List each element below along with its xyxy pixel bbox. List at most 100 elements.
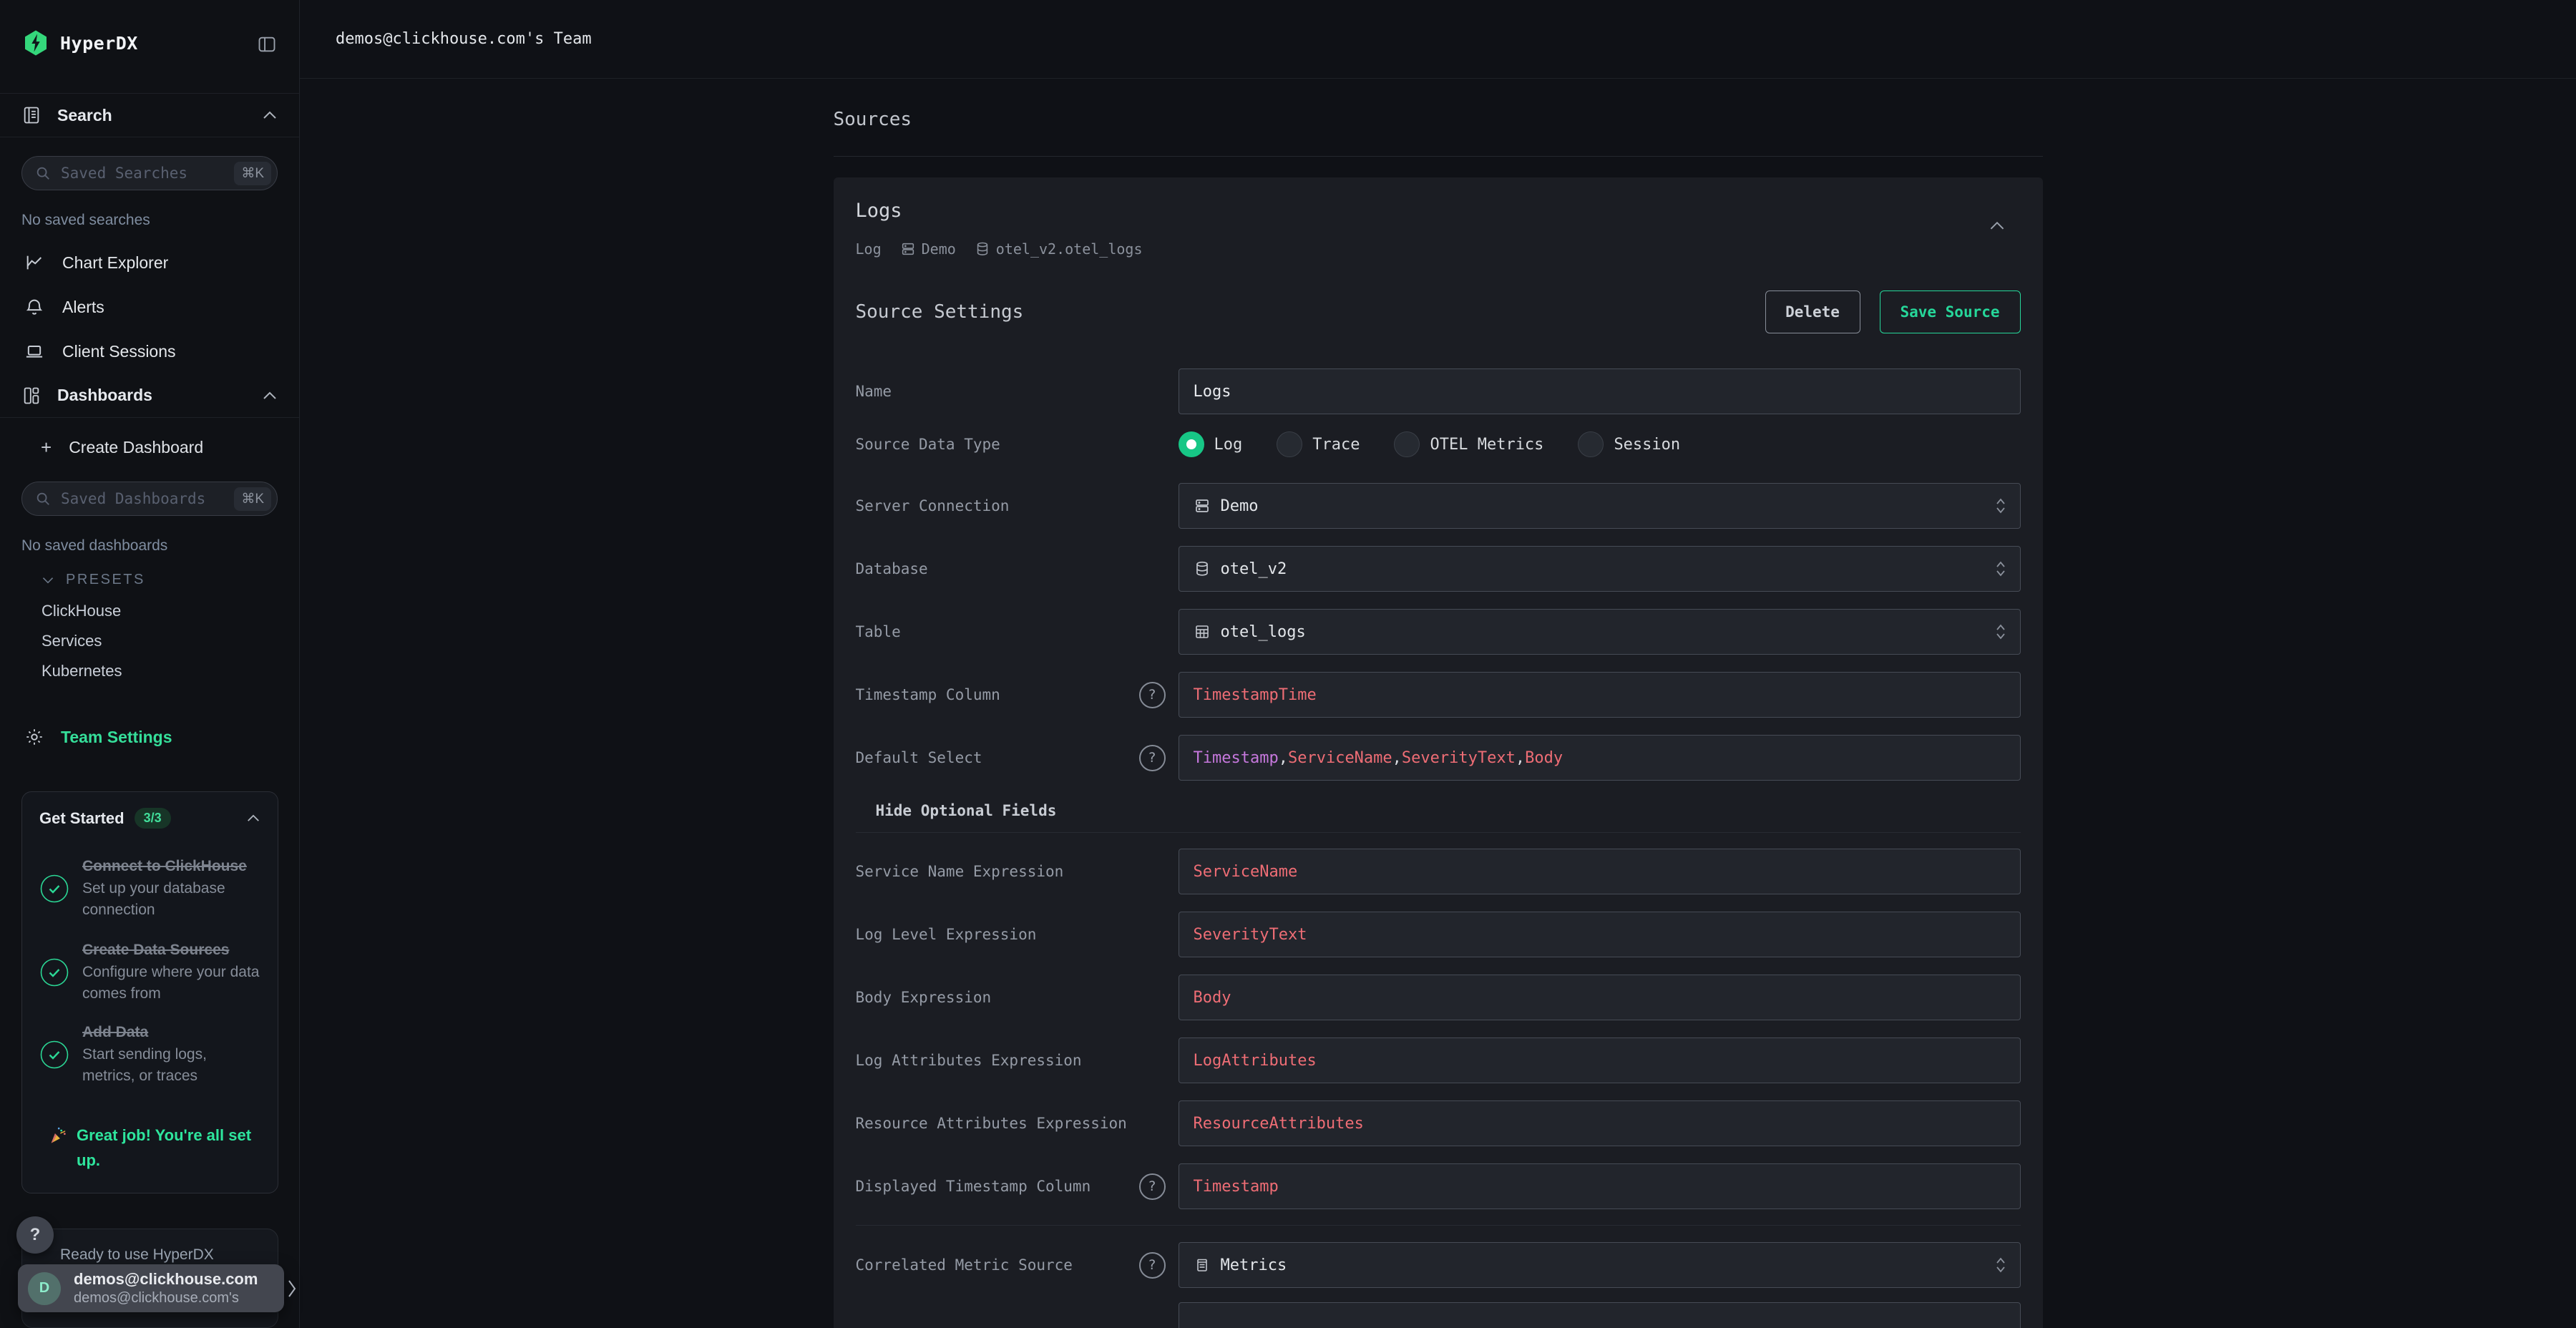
create-dashboard-label: Create Dashboard (69, 438, 203, 457)
get-started-done-message: Great job! You're all set up. (39, 1123, 260, 1177)
help-icon[interactable]: ? (1139, 1173, 1166, 1200)
log-level-label: Log Level Expression (856, 924, 1166, 945)
body-expression-label: Body Expression (856, 987, 1166, 1008)
save-source-button[interactable]: Save Source (1880, 290, 2021, 333)
form-row-default-select: Default Select ? Timestamp,ServiceName,S… (856, 735, 2021, 781)
radio-session[interactable]: Session (1578, 431, 1680, 457)
radio-otel-metrics[interactable]: OTEL Metrics (1394, 431, 1543, 457)
name-label: Name (856, 381, 1166, 402)
select-chevrons-icon (1994, 560, 2007, 578)
correlated-metric-select[interactable]: Metrics (1179, 1242, 2021, 1288)
database-select[interactable]: otel_v2 (1179, 546, 2021, 592)
server-connection-select[interactable]: Demo (1179, 483, 2021, 529)
preset-item-kubernetes[interactable]: Kubernetes (0, 656, 299, 686)
delete-button[interactable]: Delete (1765, 290, 1860, 333)
table-select[interactable]: otel_logs (1179, 609, 2021, 655)
radio-icon[interactable] (1277, 431, 1302, 457)
chevron-up-icon[interactable] (262, 391, 278, 401)
select-chevrons-icon (1994, 497, 2007, 515)
correlated-metric-value: Metrics (1221, 1256, 1287, 1274)
server-connection-value: Demo (1221, 497, 1259, 515)
shortcut-badge: ⌘K (234, 487, 271, 511)
hide-optional-fields-button[interactable]: Hide Optional Fields (876, 802, 1057, 819)
form-row-timestamp-column: Timestamp Column ? TimestampTime (856, 672, 2021, 718)
displayed-timestamp-input[interactable]: Timestamp (1179, 1163, 2021, 1209)
sidebar-item-chart-explorer[interactable]: Chart Explorer (0, 240, 299, 285)
metrics-icon (1194, 1256, 1211, 1274)
radio-label: Trace (1312, 436, 1360, 454)
chevron-right-icon[interactable] (286, 1278, 298, 1303)
form-row-partial (856, 1302, 2021, 1328)
check-circle-icon (39, 874, 69, 904)
chart-line-icon (24, 253, 45, 273)
sidebar-item-team-settings[interactable]: Team Settings (0, 715, 299, 759)
create-dashboard-button[interactable]: + Create Dashboard (0, 429, 299, 465)
connection-name-text: Demo (922, 240, 956, 258)
log-attributes-label: Log Attributes Expression (856, 1050, 1166, 1071)
help-button[interactable]: ? (16, 1216, 54, 1254)
get-started-item[interactable]: Add Data Start sending logs, metrics, or… (39, 1022, 260, 1087)
user-account-chip[interactable]: D demos@clickhouse.com demos@clickhouse.… (18, 1264, 284, 1312)
get-started-item[interactable]: Connect to ClickHouse Set up your databa… (39, 856, 260, 921)
form-row-source-data-type: Source Data Type Log Trace (856, 431, 2021, 457)
sidebar-item-alerts[interactable]: Alerts (0, 285, 299, 329)
sidebar-section-search[interactable]: Search (0, 93, 299, 137)
get-started-item-title: Connect to ClickHouse (82, 856, 260, 877)
radio-log[interactable]: Log (1179, 431, 1243, 457)
sidebar-item-label: Chart Explorer (62, 253, 168, 273)
plus-icon: + (41, 438, 52, 456)
source-settings-heading: Source Settings (856, 301, 1024, 323)
resource-attributes-value: ResourceAttributes (1194, 1115, 1364, 1133)
help-icon[interactable]: ? (1139, 682, 1166, 708)
resource-attributes-input[interactable]: ResourceAttributes (1179, 1100, 2021, 1146)
saved-dashboards-placeholder: Saved Dashboards (61, 490, 234, 507)
body-expression-input[interactable]: Body (1179, 975, 2021, 1020)
page-title: Sources (834, 79, 2043, 130)
service-name-input[interactable]: ServiceName (1179, 849, 2021, 894)
sidebar-collapse-icon[interactable] (256, 29, 278, 58)
search-section-icon (21, 105, 42, 125)
radio-selected-icon[interactable] (1179, 431, 1204, 457)
form-row-database: Database otel_v2 (856, 546, 2021, 592)
content-scroll-area[interactable]: Sources Logs Log Demo (300, 79, 2576, 1328)
get-started-item[interactable]: Create Data Sources Configure where your… (39, 939, 260, 1005)
log-attributes-input[interactable]: LogAttributes (1179, 1038, 2021, 1083)
name-input[interactable]: Logs (1179, 368, 2021, 414)
divider (856, 832, 2021, 833)
chevron-up-icon[interactable] (246, 814, 260, 823)
server-icon (1194, 497, 1211, 514)
form-row-server-connection: Server Connection Demo (856, 483, 2021, 529)
presets-label: PRESETS (66, 572, 145, 588)
radio-icon[interactable] (1578, 431, 1604, 457)
saved-dashboards-input[interactable]: Saved Dashboards ⌘K (21, 482, 278, 516)
sql-token: , (1516, 749, 1525, 767)
preset-item-services[interactable]: Services (0, 626, 299, 656)
table-meta: otel_v2.otel_logs (975, 240, 1143, 258)
timestamp-column-input[interactable]: TimestampTime (1179, 672, 2021, 718)
collapse-card-icon[interactable] (1989, 220, 2006, 234)
partial-input[interactable] (1179, 1302, 2021, 1328)
service-name-label: Service Name Expression (856, 861, 1166, 882)
preset-item-clickhouse[interactable]: ClickHouse (0, 596, 299, 626)
form-row-service-name: Service Name Expression ServiceName (856, 849, 2021, 894)
presets-toggle[interactable]: PRESETS (42, 572, 299, 588)
name-value: Logs (1194, 383, 1231, 401)
default-select-input[interactable]: Timestamp,ServiceName,SeverityText,Body (1179, 735, 2021, 781)
help-icon[interactable]: ? (1139, 1252, 1166, 1279)
help-icon[interactable]: ? (1139, 745, 1166, 771)
sidebar-item-client-sessions[interactable]: Client Sessions (0, 329, 299, 374)
get-started-item-title: Create Data Sources (82, 939, 260, 960)
hyperdx-logo-icon (21, 29, 50, 57)
dashboards-section-label: Dashboards (57, 386, 152, 405)
saved-searches-input[interactable]: Saved Searches ⌘K (21, 156, 278, 190)
source-data-type-label: Source Data Type (856, 434, 1166, 455)
chevron-up-icon[interactable] (262, 110, 278, 120)
get-started-item-desc: Configure where your data comes from (82, 962, 260, 1005)
radio-icon[interactable] (1394, 431, 1420, 457)
divider (856, 1225, 2021, 1226)
log-level-input[interactable]: SeverityText (1179, 912, 2021, 957)
displayed-timestamp-label: Displayed Timestamp Column (856, 1176, 1133, 1197)
radio-trace[interactable]: Trace (1277, 431, 1360, 457)
sidebar-section-dashboards[interactable]: Dashboards (0, 374, 299, 418)
done-message-text: Great job! You're all set up. (77, 1123, 252, 1173)
